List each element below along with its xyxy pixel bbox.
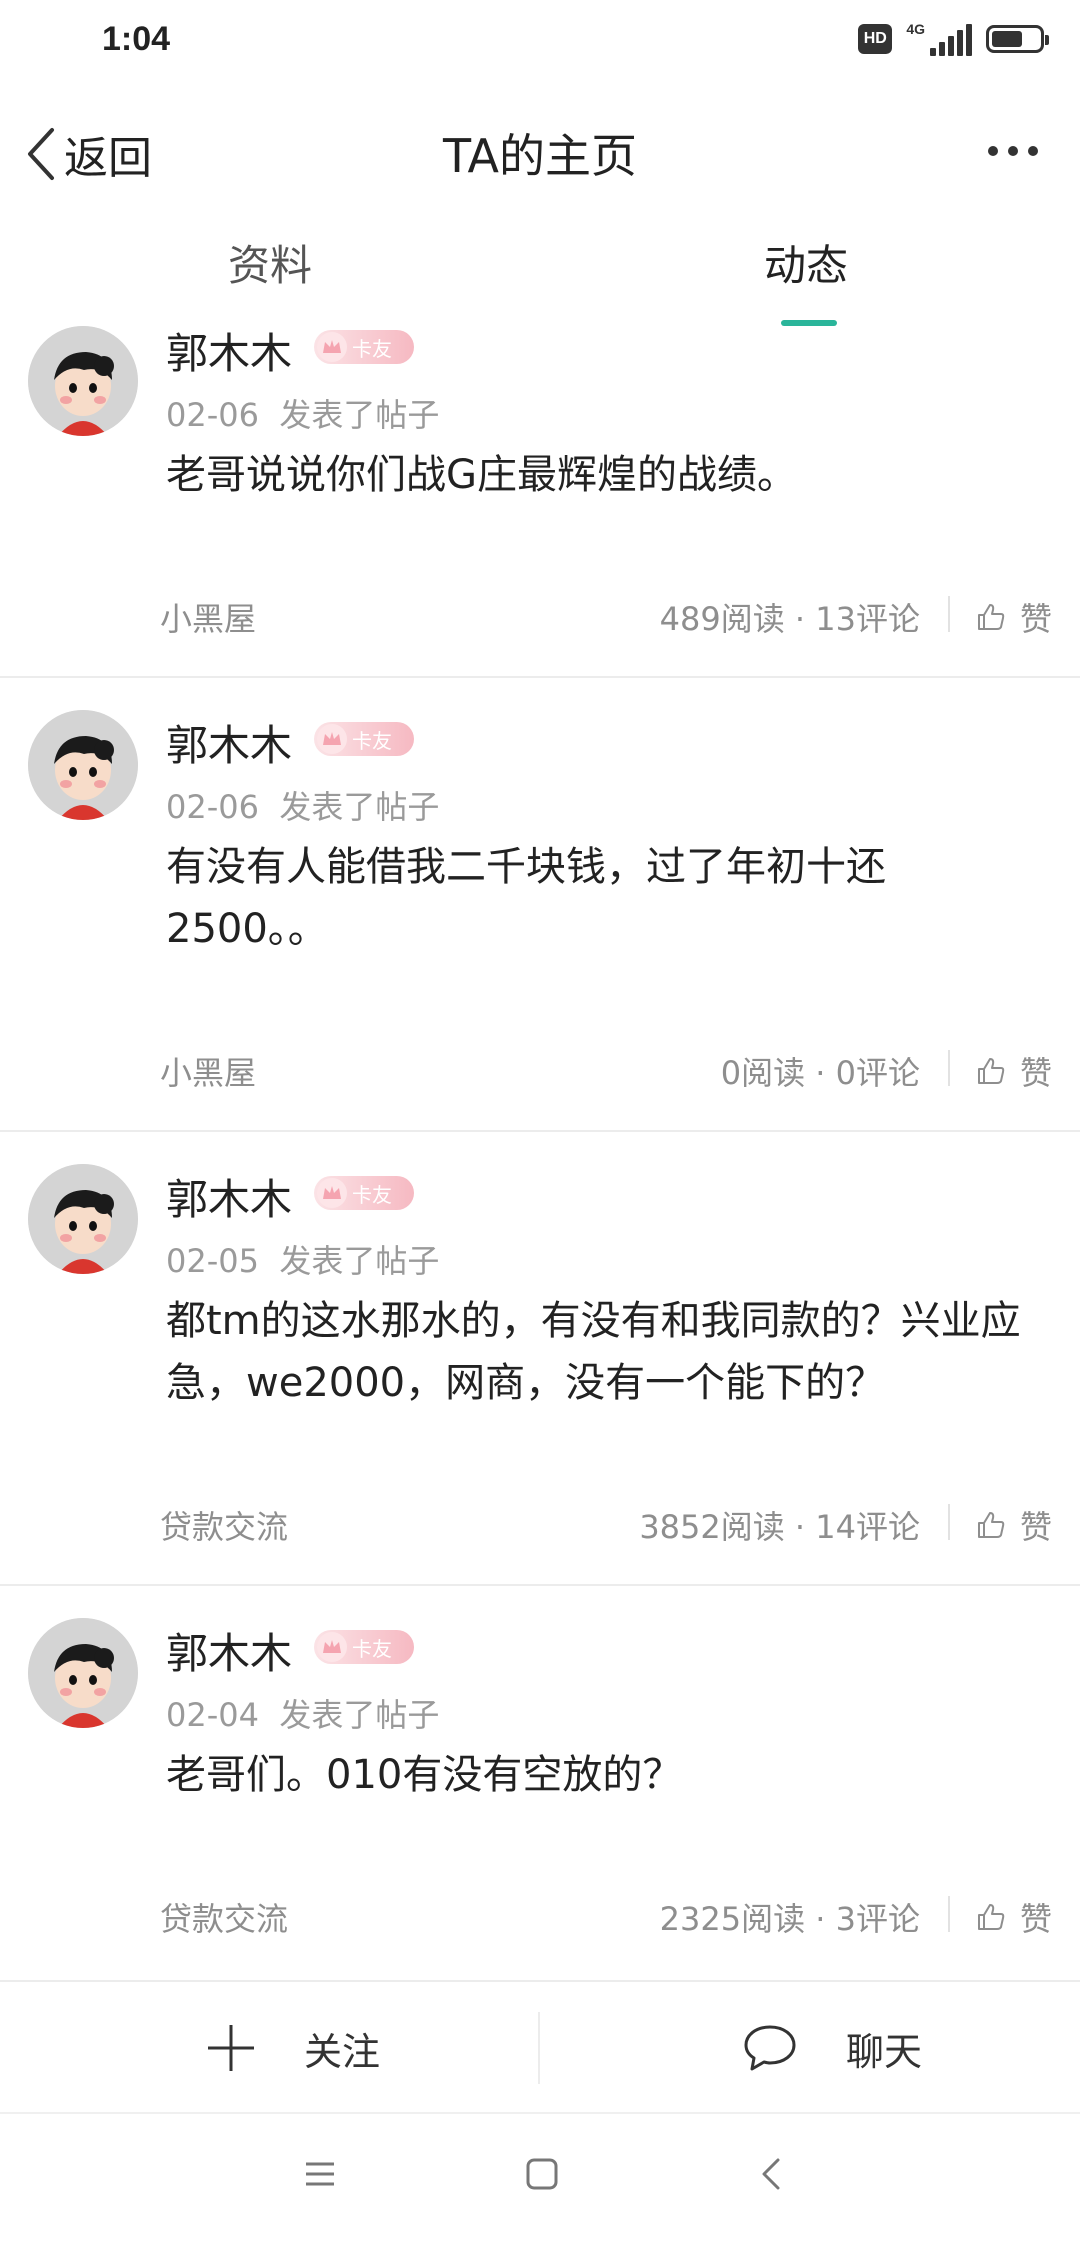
post-date: 02-06 bbox=[166, 396, 259, 434]
post-card[interactable]: 郭木木 卡友 02-04 发表了帖子 老哥们。010有没有空放的？ 贷款交流 2… bbox=[0, 1586, 1080, 1986]
follow-button[interactable]: 关注 bbox=[206, 1982, 380, 2114]
user-badge: 卡友 bbox=[314, 722, 414, 756]
post-card[interactable]: 郭木木 卡友 02-05 发表了帖子 都tm的这水那水的，有没有和我同款的？兴业… bbox=[0, 1132, 1080, 1586]
more-icon[interactable] bbox=[988, 146, 1038, 156]
like-label: 赞 bbox=[1019, 600, 1052, 638]
post-card[interactable]: 郭木木 卡友 02-06 发表了帖子 老哥说说你们战G庄最辉煌的战绩。 小黑屋 … bbox=[0, 320, 1080, 678]
like-button[interactable]: 赞 bbox=[976, 1048, 1052, 1094]
post-forum[interactable]: 小黑屋 bbox=[160, 594, 256, 640]
tab-profile[interactable]: 资料 bbox=[228, 232, 312, 293]
post-action: 发表了帖子 bbox=[279, 396, 440, 434]
post-stats: 489阅读 · 13评论 bbox=[659, 600, 920, 638]
post-meta: 02-05 发表了帖子 bbox=[166, 1236, 439, 1282]
user-badge: 卡友 bbox=[314, 330, 414, 364]
post-meta: 02-06 发表了帖子 bbox=[166, 782, 439, 828]
crown-icon bbox=[317, 724, 347, 754]
post-stats: 2325阅读 · 3评论 bbox=[659, 1900, 920, 1938]
crown-icon bbox=[317, 1632, 347, 1662]
avatar[interactable] bbox=[28, 1618, 138, 1728]
tab-activity[interactable]: 动态 bbox=[764, 232, 848, 293]
badge-label: 卡友 bbox=[352, 1182, 392, 1207]
user-badge: 卡友 bbox=[314, 1176, 414, 1210]
like-button[interactable]: 赞 bbox=[976, 1502, 1052, 1548]
like-label: 赞 bbox=[1019, 1900, 1052, 1938]
avatar-image bbox=[28, 1164, 138, 1274]
post-date: 02-06 bbox=[166, 788, 259, 826]
thumbs-up-icon bbox=[977, 1058, 1005, 1084]
avatar[interactable] bbox=[28, 326, 138, 436]
post-username[interactable]: 郭木木 bbox=[166, 712, 292, 773]
hd-icon: HD bbox=[858, 24, 893, 54]
battery-level bbox=[992, 31, 1022, 47]
divider bbox=[948, 596, 950, 632]
user-badge: 卡友 bbox=[314, 1630, 414, 1664]
post-action: 发表了帖子 bbox=[279, 1242, 440, 1280]
system-nav-bar bbox=[0, 2112, 1080, 2246]
post-action: 发表了帖子 bbox=[279, 788, 440, 826]
avatar[interactable] bbox=[28, 710, 138, 820]
post-username[interactable]: 郭木木 bbox=[166, 1620, 292, 1681]
activity-feed: 郭木木 卡友 02-06 发表了帖子 老哥说说你们战G庄最辉煌的战绩。 小黑屋 … bbox=[0, 320, 1080, 1986]
thumbs-up-icon bbox=[977, 1904, 1005, 1930]
post-date: 02-04 bbox=[166, 1696, 259, 1734]
plus-icon bbox=[208, 2025, 254, 2071]
tab-bar: 资料 动态 bbox=[0, 232, 1080, 332]
post-username[interactable]: 郭木木 bbox=[166, 320, 292, 381]
avatar-image bbox=[28, 710, 138, 820]
status-icons: HD 4G bbox=[858, 22, 1049, 56]
avatar[interactable] bbox=[28, 1164, 138, 1274]
post-username[interactable]: 郭木木 bbox=[166, 1166, 292, 1227]
status-time: 1:04 bbox=[102, 20, 171, 58]
back-icon[interactable] bbox=[754, 2156, 790, 2192]
post-meta: 02-06 发表了帖子 bbox=[166, 390, 439, 436]
battery-icon bbox=[986, 25, 1049, 53]
bottom-action-bar: 关注 聊天 bbox=[0, 1980, 1080, 2114]
post-content[interactable]: 老哥说说你们战G庄最辉煌的战绩。 bbox=[166, 444, 1046, 506]
chat-label: 聊天 bbox=[846, 2029, 923, 2074]
follow-label: 关注 bbox=[304, 2029, 381, 2074]
post-stats: 3852阅读 · 14评论 bbox=[639, 1508, 920, 1546]
divider bbox=[948, 1504, 950, 1540]
post-action: 发表了帖子 bbox=[279, 1696, 440, 1734]
page-title: TA的主页 bbox=[443, 129, 637, 183]
divider bbox=[948, 1896, 950, 1932]
like-button[interactable]: 赞 bbox=[976, 1894, 1052, 1940]
network-type: 4G bbox=[906, 21, 925, 37]
badge-label: 卡友 bbox=[352, 1636, 392, 1661]
divider bbox=[948, 1050, 950, 1086]
chat-button[interactable]: 聊天 bbox=[742, 1982, 922, 2114]
thumbs-up-icon bbox=[977, 604, 1005, 630]
crown-icon bbox=[317, 1178, 347, 1208]
post-content[interactable]: 都tm的这水那水的，有没有和我同款的？兴业应急，we2000，网商，没有一个能下… bbox=[166, 1290, 1046, 1414]
post-forum[interactable]: 贷款交流 bbox=[160, 1502, 288, 1548]
crown-icon bbox=[317, 332, 347, 362]
signal-icon: 4G bbox=[906, 22, 972, 56]
post-date: 02-05 bbox=[166, 1242, 259, 1280]
home-icon[interactable] bbox=[524, 2156, 560, 2192]
post-meta: 02-04 发表了帖子 bbox=[166, 1690, 439, 1736]
post-card[interactable]: 郭木木 卡友 02-06 发表了帖子 有没有人能借我二千块钱，过了年初十还250… bbox=[0, 678, 1080, 1132]
like-label: 赞 bbox=[1019, 1508, 1052, 1546]
menu-icon[interactable] bbox=[302, 2156, 338, 2192]
divider bbox=[538, 2012, 540, 2084]
post-content[interactable]: 有没有人能借我二千块钱，过了年初十还2500。。 bbox=[166, 836, 1046, 960]
post-content[interactable]: 老哥们。010有没有空放的？ bbox=[166, 1744, 1046, 1806]
status-bar: 1:04 HD 4G bbox=[0, 0, 1080, 80]
nav-bar: 返回 TA的主页 bbox=[0, 100, 1080, 200]
chat-bubble-icon bbox=[744, 2025, 796, 2071]
like-label: 赞 bbox=[1019, 1054, 1052, 1092]
post-forum[interactable]: 小黑屋 bbox=[160, 1048, 256, 1094]
post-forum[interactable]: 贷款交流 bbox=[160, 1894, 288, 1940]
badge-label: 卡友 bbox=[352, 336, 392, 361]
avatar-image bbox=[28, 1618, 138, 1728]
thumbs-up-icon bbox=[977, 1512, 1005, 1538]
post-stats: 0阅读 · 0评论 bbox=[720, 1054, 920, 1092]
avatar-image bbox=[28, 326, 138, 436]
badge-label: 卡友 bbox=[352, 728, 392, 753]
like-button[interactable]: 赞 bbox=[976, 594, 1052, 640]
